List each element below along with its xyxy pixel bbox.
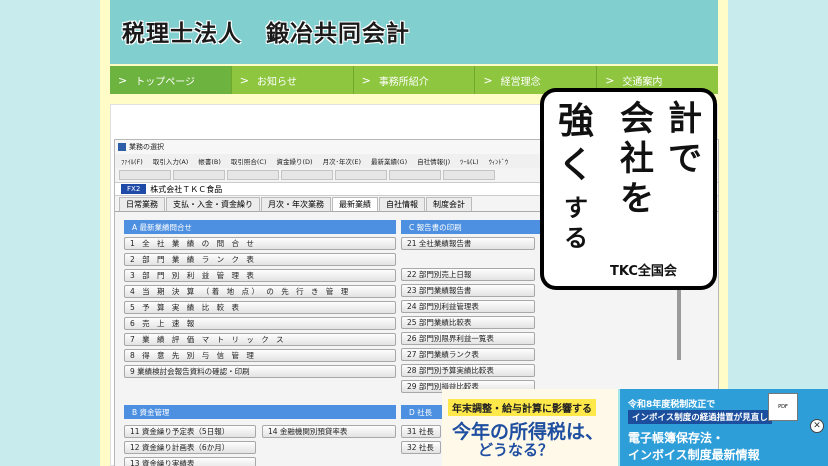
ad-char: を bbox=[620, 179, 654, 219]
nav-label: お知らせ bbox=[257, 76, 297, 88]
ad-char: る bbox=[564, 224, 588, 252]
menu-item[interactable]: ﾌｧｲﾙ(F) bbox=[121, 156, 143, 166]
menu-button-9[interactable]: 9 業績検討会報告資料の確認・印刷 bbox=[124, 365, 396, 378]
close-icon[interactable]: ✕ bbox=[810, 419, 824, 433]
section-a-header: A 最新業績問合せ bbox=[124, 220, 396, 234]
menu-button-8[interactable]: 8 得 意 先 別 与 信 管 理 bbox=[124, 349, 396, 362]
chevron-right-icon: > bbox=[118, 73, 128, 87]
ad-char: 強 bbox=[558, 101, 595, 142]
tab-payments[interactable]: 支払・入金・資金繰り bbox=[166, 197, 260, 211]
tab-daily[interactable]: 日常業務 bbox=[119, 197, 165, 211]
tab-latest-performance[interactable]: 最新業績 bbox=[332, 197, 378, 211]
menu-button-31[interactable]: 31 社長 bbox=[401, 425, 441, 438]
nav-news[interactable]: > お知らせ bbox=[230, 66, 353, 94]
window-title: 業務の選択 bbox=[129, 143, 164, 151]
tab-company-info[interactable]: 自社情報 bbox=[379, 197, 425, 211]
section-c-header: C 報告書の印刷 bbox=[401, 220, 541, 234]
chevron-right-icon: > bbox=[483, 73, 493, 87]
toolbar-button[interactable] bbox=[227, 170, 279, 180]
menu-item[interactable]: 取引照合(C) bbox=[231, 156, 267, 166]
ad-char: く bbox=[558, 145, 595, 186]
sign-pole bbox=[677, 290, 681, 360]
tab-system-accounting[interactable]: 制度会計 bbox=[426, 197, 472, 211]
banner-top-label: 年末調整・給与計算に影響する bbox=[448, 399, 596, 416]
ad-char: 社 bbox=[620, 139, 654, 179]
document-icon: PDF bbox=[768, 393, 798, 421]
company-code: FX2 bbox=[121, 184, 147, 194]
company-name: 株式会社ＴＫＣ食品 bbox=[150, 184, 223, 194]
banner-r3: 電子帳簿保存法・ bbox=[628, 431, 725, 445]
toolbar-button[interactable] bbox=[335, 170, 387, 180]
menu-button-27[interactable]: 27 部門業績ランク表 bbox=[401, 348, 535, 361]
site-header: 税理士法人 鍛冶共同会計 bbox=[110, 0, 718, 64]
ad-char: す bbox=[564, 194, 588, 222]
menu-button-28[interactable]: 28 部門別予算実績比較表 bbox=[401, 364, 535, 377]
ad-panel: 計 で 会 社 を 強 く す る TKC全国会 bbox=[544, 92, 713, 286]
nav-office[interactable]: > 事務所紹介 bbox=[352, 66, 475, 94]
banner-subheadline: どうなる？ bbox=[478, 441, 554, 459]
tab-monthly[interactable]: 月次・年次業務 bbox=[261, 197, 331, 211]
menu-button-7[interactable]: 7 業 績 評 価 マ ト リ ッ ク ス bbox=[124, 333, 396, 346]
menu-button-5[interactable]: 5 予 算 実 績 比 較 表 bbox=[124, 301, 396, 314]
nav-label: 事務所紹介 bbox=[378, 76, 429, 88]
menu-button-3[interactable]: 3 部 門 別 利 益 管 理 表 bbox=[124, 269, 396, 282]
banner-invoice[interactable]: 令和8年度税制改正で インボイス制度の経過措置が見直し 電子帳簿保存法・ インボ… bbox=[620, 389, 828, 466]
ad-char: 会 bbox=[620, 99, 654, 139]
section-b-header: B 資金管理 bbox=[124, 405, 396, 419]
menu-button-25[interactable]: 25 部門業績比較表 bbox=[401, 316, 535, 329]
menu-item[interactable]: 帳書(B) bbox=[198, 156, 221, 166]
nav-label: 経営理念 bbox=[500, 76, 541, 88]
menu-button-14[interactable]: 14 金融機関別預貸率表 bbox=[262, 425, 396, 438]
ad-brand: TKC全国会 bbox=[610, 264, 677, 279]
menu-item[interactable]: 月次･年次(E) bbox=[323, 156, 361, 166]
nav-label: 交通案内 bbox=[622, 76, 663, 88]
toolbar-button[interactable] bbox=[119, 170, 171, 180]
banner-r4: インボイス制度最新情報 bbox=[628, 448, 760, 462]
menu-button-4[interactable]: 4 当 期 決 算 （着 地 点） の 先 行 き 管 理 bbox=[124, 285, 396, 298]
ad-char: で bbox=[668, 139, 702, 179]
menu-button-2[interactable]: 2 部 門 業 績 ラ ン ク 表 bbox=[124, 253, 396, 266]
ad-char: 計 bbox=[668, 99, 702, 139]
menu-item[interactable]: ﾂｰﾙ(L) bbox=[460, 156, 478, 166]
menu-button-23[interactable]: 23 部門業績報告書 bbox=[401, 284, 535, 297]
toolbar-button[interactable] bbox=[443, 170, 495, 180]
menu-button-12[interactable]: 12 資金繰り計画表（6か月） bbox=[124, 441, 256, 454]
banner-income-tax[interactable]: 年末調整・給与計算に影響する 今年の所得税は、 どうなる？ bbox=[442, 389, 618, 466]
tkc-ad-sign[interactable]: 計 で 会 社 を 強 く す る TKC全国会 bbox=[540, 88, 717, 290]
site-title[interactable]: 税理士法人 鍛冶共同会計 bbox=[122, 14, 410, 48]
chevron-right-icon: > bbox=[239, 73, 250, 87]
toolbar-button[interactable] bbox=[173, 170, 225, 180]
banner-r1: 令和8年度税制改正で bbox=[628, 400, 716, 410]
chevron-right-icon: > bbox=[605, 73, 615, 87]
menu-button-6[interactable]: 6 売 上 速 報 bbox=[124, 317, 396, 330]
menu-button-21[interactable]: 21 全社業績報告書 bbox=[401, 237, 535, 250]
menu-button-1[interactable]: 1 全 社 業 績 の 問 合 せ bbox=[124, 237, 396, 250]
menu-item[interactable]: 取引入力(A) bbox=[153, 156, 189, 166]
menu-button-26[interactable]: 26 部門別限界利益一覧表 bbox=[401, 332, 535, 345]
floating-banner[interactable]: 年末調整・給与計算に影響する 今年の所得税は、 どうなる？ 令和8年度税制改正で… bbox=[442, 389, 828, 466]
menu-item[interactable]: 最新業績(G) bbox=[371, 156, 407, 166]
menu-button-22[interactable]: 22 部門別売上日報 bbox=[401, 268, 535, 281]
menu-button-24[interactable]: 24 部門別利益管理表 bbox=[401, 300, 535, 313]
menu-item[interactable]: 自社情報(J) bbox=[417, 156, 450, 166]
chevron-right-icon: > bbox=[361, 73, 371, 87]
banner-r2: インボイス制度の経過措置が見直し bbox=[628, 410, 772, 424]
menu-item[interactable]: 資金繰り(D) bbox=[277, 156, 313, 166]
menu-item[interactable]: ｳｨﾝﾄﾞｳ bbox=[489, 156, 509, 166]
menu-button-11[interactable]: 11 資金繰り予定表（5日報） bbox=[124, 425, 256, 438]
toolbar-button[interactable] bbox=[281, 170, 333, 180]
menu-button-32[interactable]: 32 社長 bbox=[401, 441, 441, 454]
toolbar-button[interactable] bbox=[389, 170, 441, 180]
app-icon bbox=[118, 143, 126, 151]
nav-top[interactable]: > トップページ bbox=[110, 66, 231, 94]
menu-button-13[interactable]: 13 資金繰り実績表 bbox=[124, 457, 256, 466]
nav-label: トップページ bbox=[135, 76, 196, 88]
